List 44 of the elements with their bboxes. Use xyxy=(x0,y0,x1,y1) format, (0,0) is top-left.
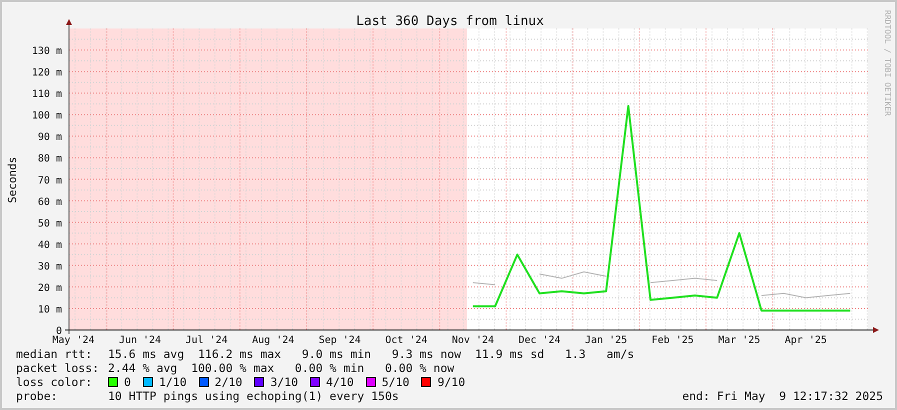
x-tick-label: Nov '24 xyxy=(452,335,494,346)
legend-label: packet loss: xyxy=(16,361,100,375)
legend-label: probe: xyxy=(16,389,59,403)
x-tick-label: May '24 xyxy=(52,335,95,346)
legend-values: 3/10 xyxy=(270,375,298,389)
x-tick-label: Dec '24 xyxy=(518,335,561,346)
legend-values: 0 xyxy=(124,375,131,389)
y-tick-label: 0 xyxy=(56,326,62,337)
legend-values: 2/10 xyxy=(214,375,242,389)
x-tick-label: Oct '24 xyxy=(385,335,428,346)
chart-title: Last 360 Days from linux xyxy=(356,14,544,29)
legend-values: 15.6 ms avg 116.2 ms max 9.0 ms min 9.3 ms now 11.9 ms sd 1.3 am/s xyxy=(108,347,634,361)
y-tick-label: 90 m xyxy=(38,132,62,144)
y-tick-label: 40 m xyxy=(38,240,62,251)
legend-label: loss color: xyxy=(16,375,94,389)
legend-values: 1/10 xyxy=(158,375,187,389)
legend-values: 4/10 xyxy=(326,375,354,389)
end-time: end: Fri May 9 12:17:32 2025 xyxy=(682,389,883,403)
legend-label: median rtt: xyxy=(16,347,94,361)
x-tick-label: Jan '25 xyxy=(585,335,628,346)
probe-text: 10 HTTP pings using echoping(1) every 150s xyxy=(108,389,399,403)
y-tick-label: 70 m xyxy=(38,175,62,186)
x-tick-label: Sep '24 xyxy=(318,335,361,346)
x-tick-label: Jul '24 xyxy=(186,335,228,346)
x-tick-label: Apr '25 xyxy=(784,335,827,346)
y-tick-label: 50 m xyxy=(38,218,62,230)
axis-label: Seconds xyxy=(6,156,19,204)
y-tick-label: 80 m xyxy=(38,154,62,165)
legend-values: 9/10 xyxy=(437,375,466,389)
y-tick-label: 10 m xyxy=(38,304,62,316)
x-tick-label: Aug '24 xyxy=(252,335,294,346)
y-tick-label: 20 m xyxy=(38,282,62,294)
y-tick-label: 120 m xyxy=(32,68,62,79)
x-tick-label: Jun '24 xyxy=(118,335,162,346)
legend-values: 2.44 % avg 100.00 % max 0.00 % min 0.00 % now xyxy=(108,361,454,375)
y-tick-label: 100 m xyxy=(32,110,62,122)
y-tick-label: 130 m xyxy=(32,46,62,58)
y-tick-label: 60 m xyxy=(38,196,62,208)
legend-values: 5/10 xyxy=(382,375,410,389)
y-tick-label: 30 m xyxy=(38,261,62,272)
watermark-text: RRDTOOL / TOBI OETIKER xyxy=(883,10,892,116)
y-tick-label: 110 m xyxy=(32,89,62,100)
x-tick-label: Mar '25 xyxy=(718,335,760,346)
x-tick-label: Feb '25 xyxy=(652,335,694,346)
